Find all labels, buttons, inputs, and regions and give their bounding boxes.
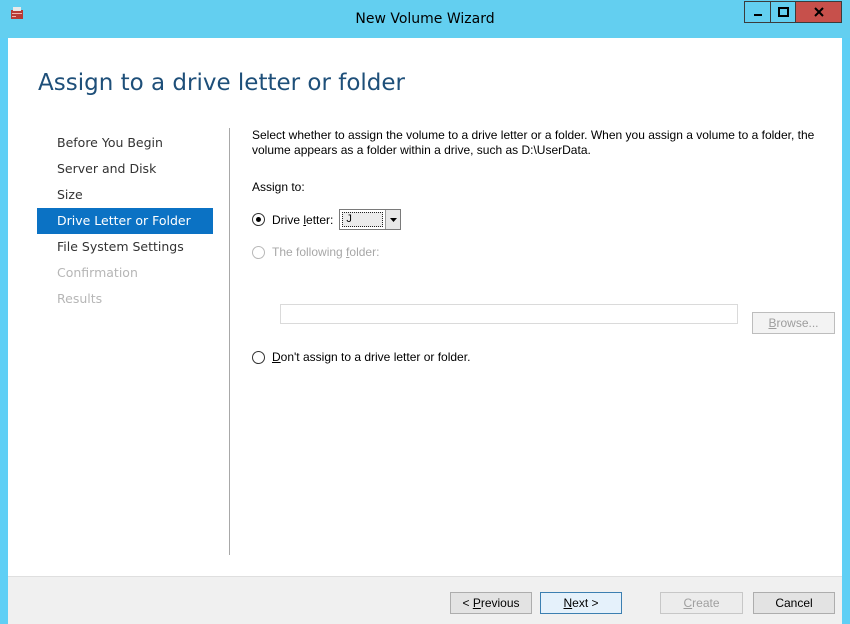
step-drive-letter-or-folder[interactable]: Drive Letter or Folder [37, 208, 213, 234]
dropdown-arrow[interactable] [385, 210, 401, 229]
next-button[interactable]: Next > [540, 592, 622, 614]
folder-path-input[interactable] [280, 304, 738, 324]
drive-letter-dropdown[interactable]: J [339, 209, 402, 230]
step-file-system-settings[interactable]: File System Settings [37, 234, 213, 260]
drive-letter-value: J [342, 212, 384, 227]
folder-option[interactable]: The following folder: [252, 245, 379, 259]
title-bar[interactable]: New Volume Wizard [0, 0, 850, 38]
step-results: Results [57, 291, 103, 306]
close-icon [813, 7, 824, 17]
wizard-steps-nav: Before You Begin Server and Disk Size Dr… [37, 130, 213, 312]
page-title: Assign to a drive letter or folder [38, 70, 406, 96]
window-controls [744, 1, 842, 25]
nav-divider [229, 128, 230, 555]
step-size[interactable]: Size [37, 182, 213, 208]
step-confirmation: Confirmation [57, 265, 138, 280]
folder-radio[interactable] [252, 245, 265, 259]
cancel-button[interactable]: Cancel [753, 592, 835, 614]
create-button[interactable]: Create [660, 592, 743, 614]
assign-to-label: Assign to: [252, 180, 305, 194]
wizard-body: Assign to a drive letter or folder Befor… [8, 38, 842, 624]
maximize-icon [777, 7, 789, 17]
no-assign-radio[interactable] [252, 350, 265, 364]
drive-letter-option[interactable]: Drive letter: J [252, 209, 402, 230]
step-server-and-disk[interactable]: Server and Disk [37, 156, 213, 182]
close-button[interactable] [796, 1, 842, 23]
drive-letter-radio[interactable] [252, 213, 265, 226]
step-content: Select whether to assign the volume to a… [252, 128, 835, 364]
step-description: Select whether to assign the volume to a… [252, 128, 815, 157]
minimize-button[interactable] [744, 1, 770, 23]
folder-label: The following folder: [272, 245, 380, 259]
minimize-icon [753, 14, 762, 16]
window-title: New Volume Wizard [355, 11, 495, 27]
step-before-you-begin[interactable]: Before You Begin [37, 130, 213, 156]
no-assign-option[interactable]: Don't assign to a drive letter or folder… [252, 350, 470, 364]
no-assign-label: Don't assign to a drive letter or folder… [272, 350, 471, 364]
wizard-footer: < Previous Next > Create Cancel [8, 576, 842, 624]
maximize-button[interactable] [770, 1, 796, 23]
previous-button[interactable]: < Previous [450, 592, 532, 614]
chevron-down-icon [389, 217, 397, 222]
wizard-window: New Volume Wizard Assign to a drive lett… [0, 0, 850, 624]
drive-letter-label: Drive letter: [272, 212, 334, 227]
browse-button[interactable]: Browse... [752, 312, 835, 334]
